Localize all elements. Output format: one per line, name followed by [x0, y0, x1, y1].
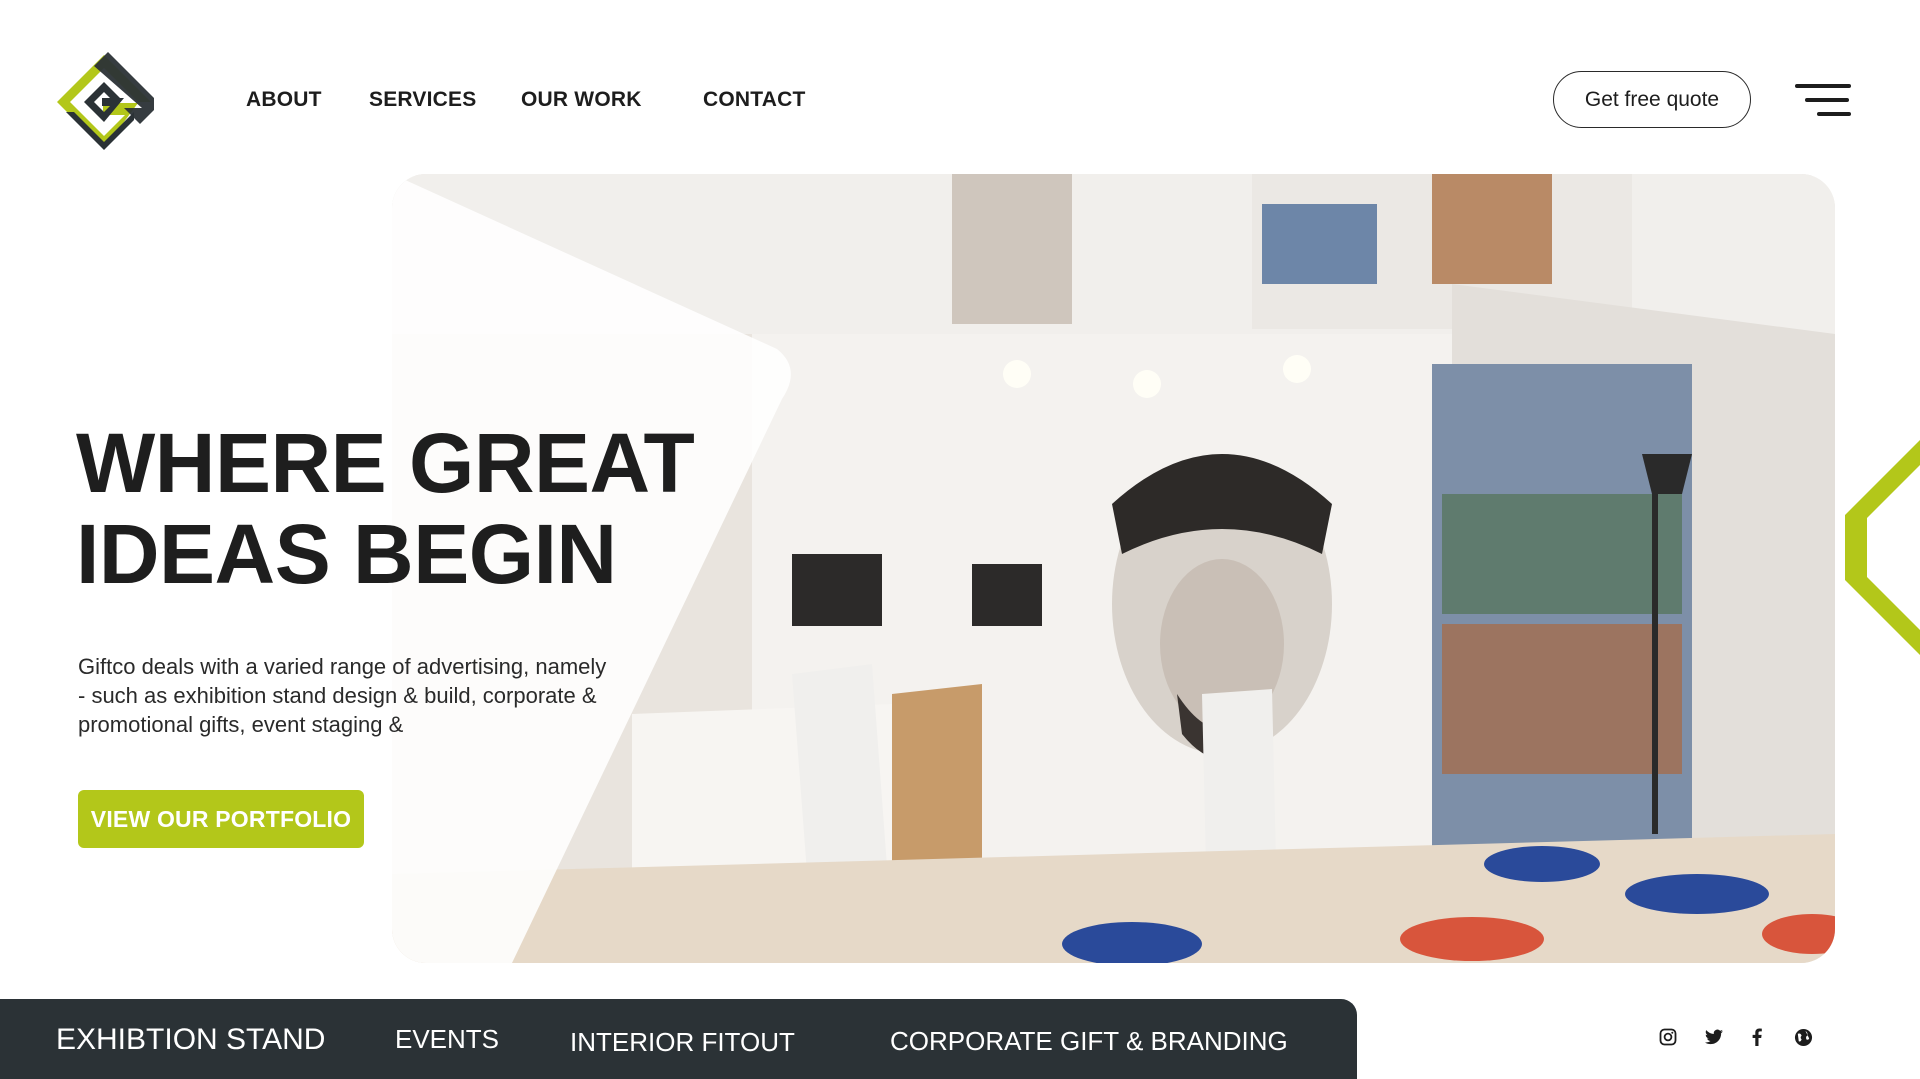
hero-headline: WHERE GREAT IDEAS BEGIN	[76, 416, 695, 601]
facebook-icon[interactable]	[1744, 1024, 1770, 1050]
nav-services[interactable]: SERVICES	[369, 88, 476, 112]
twitter-icon[interactable]	[1701, 1024, 1727, 1050]
hamburger-menu-icon[interactable]	[1795, 82, 1853, 118]
hero-description: Giftco deals with a varied range of adve…	[78, 654, 607, 737]
giftco-logo-icon[interactable]	[54, 52, 154, 152]
headline-line-2: IDEAS BEGIN	[76, 507, 617, 601]
globe-icon[interactable]	[1790, 1024, 1816, 1050]
category-exhibition-stand[interactable]: EXHIBTION STAND	[56, 1023, 325, 1057]
category-events[interactable]: EVENTS	[395, 1024, 499, 1055]
get-free-quote-button[interactable]: Get free quote	[1553, 71, 1751, 128]
category-interior-fitout[interactable]: INTERIOR FITOUT	[570, 1027, 795, 1058]
headline-line-1: WHERE GREAT	[76, 416, 695, 510]
nav-contact[interactable]: CONTACT	[703, 88, 806, 112]
view-portfolio-button[interactable]: VIEW OUR PORTFOLIO	[78, 790, 364, 848]
brand-mark-icon	[1845, 440, 1920, 655]
nav-our-work[interactable]: OUR WORK	[521, 88, 642, 112]
instagram-icon[interactable]	[1655, 1024, 1681, 1050]
category-bar: EXHIBTION STAND EVENTS INTERIOR FITOUT C…	[0, 999, 1357, 1079]
category-corporate-gift-branding[interactable]: CORPORATE GIFT & BRANDING	[890, 1026, 1288, 1057]
nav-about[interactable]: ABOUT	[246, 88, 322, 112]
